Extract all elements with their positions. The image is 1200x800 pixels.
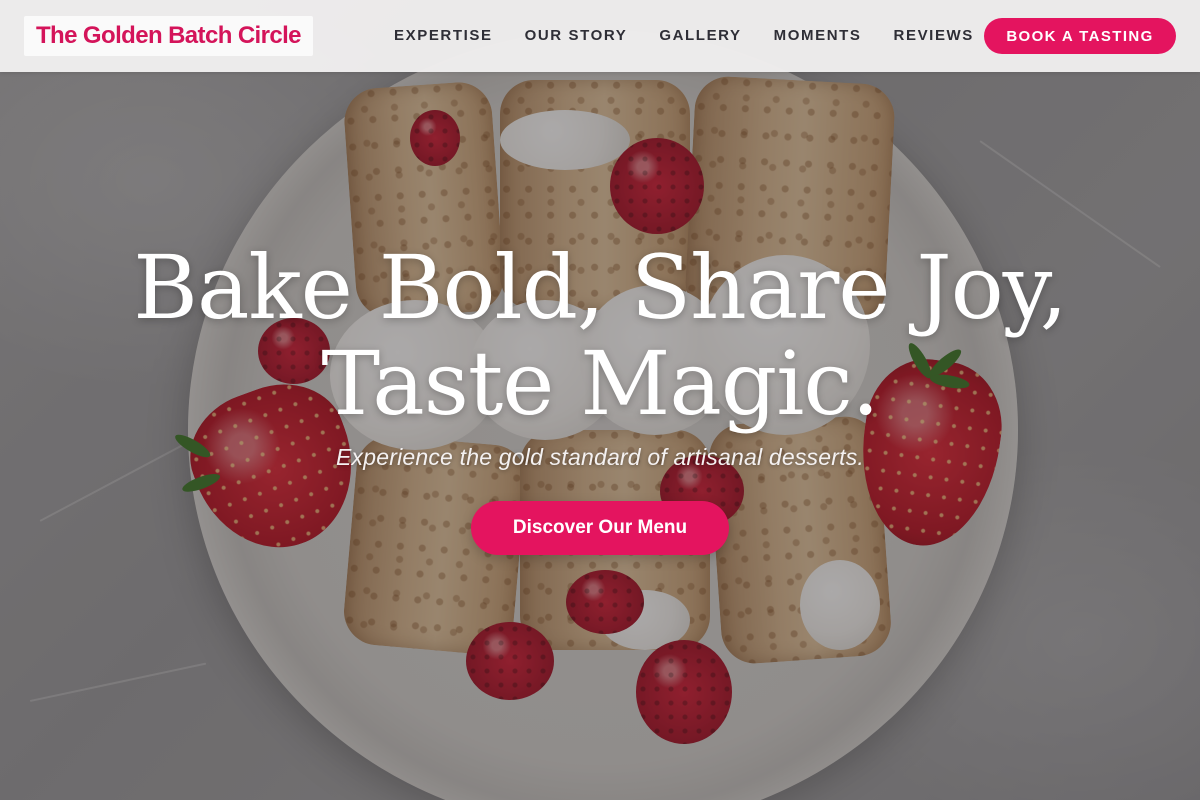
brand-logo-link[interactable]: The Golden Batch Circle [24,16,313,56]
nav-item-expertise: EXPERTISE [394,27,493,45]
nav-link-our-story[interactable]: OUR STORY [525,27,628,44]
discover-menu-button[interactable]: Discover Our Menu [471,501,729,555]
nav-link-reviews[interactable]: REVIEWS [894,27,974,44]
nav-links: EXPERTISE OUR STORY GALLERY MOMENTS REVI… [394,0,1006,72]
nav-item-our-story: OUR STORY [525,27,628,45]
hero-title: Bake Bold, Share Joy, Taste Magic. [0,240,1200,432]
nav-link-moments[interactable]: MOMENTS [774,27,862,44]
hero-section: Bake Bold, Share Joy, Taste Magic. Exper… [0,240,1200,555]
nav-link-gallery[interactable]: GALLERY [659,27,741,44]
book-a-tasting-button[interactable]: BOOK A TASTING [984,18,1176,54]
nav-item-gallery: GALLERY [659,27,741,45]
nav-link-expertise[interactable]: EXPERTISE [394,27,493,44]
top-navigation-bar: The Golden Batch Circle EXPERTISE OUR ST… [0,0,1200,72]
nav-item-reviews: REVIEWS [894,27,974,45]
hero-subtitle: Experience the gold standard of artisana… [335,444,864,470]
hero-title-line-1: Bake Bold, Share Joy, [133,236,1067,339]
nav-item-moments: MOMENTS [774,27,862,45]
hero-title-line-2: Taste Magic. [321,332,879,435]
